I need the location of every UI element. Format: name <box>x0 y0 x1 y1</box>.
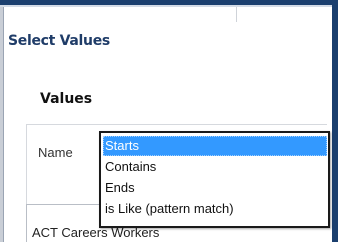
option-ends[interactable]: Ends <box>103 178 327 198</box>
window-left-border <box>3 5 4 242</box>
option-is-like[interactable]: is Like (pattern match) <box>103 199 327 219</box>
option-starts[interactable]: Starts <box>103 136 327 156</box>
values-section-title: Values <box>40 91 93 107</box>
header-divider <box>236 7 237 22</box>
dialog-title: Select Values <box>8 33 110 49</box>
window-right-border[interactable] <box>332 0 338 242</box>
select-values-dialog: Select Values Values Name ACT Careers Wo… <box>0 0 338 242</box>
match-operator-dropdown[interactable]: Starts Contains Ends is Like (pattern ma… <box>99 131 330 228</box>
window-top-border-inner <box>0 5 338 7</box>
name-field-label: Name <box>38 145 73 160</box>
option-contains[interactable]: Contains <box>103 157 327 177</box>
